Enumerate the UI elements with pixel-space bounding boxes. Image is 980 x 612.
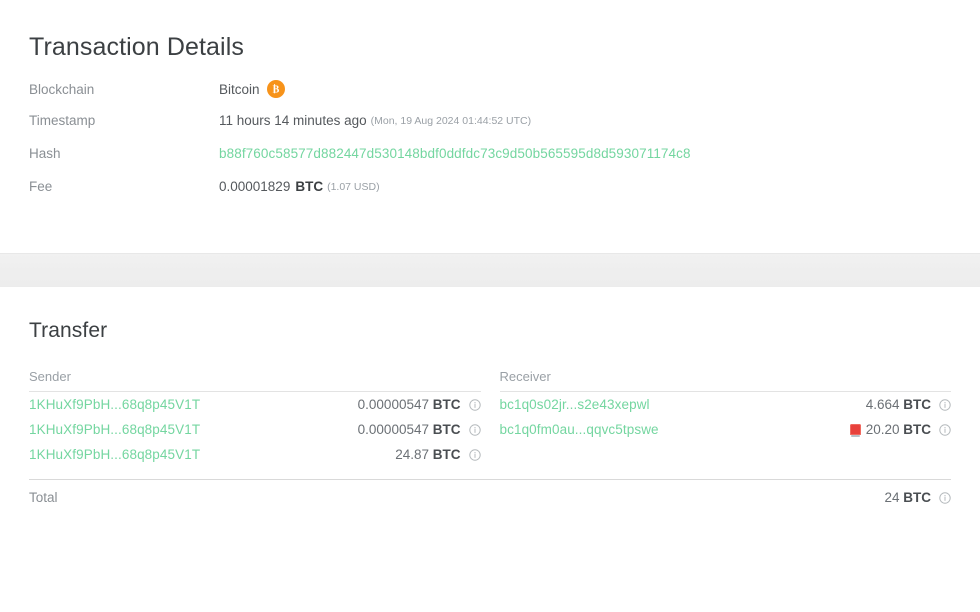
- detail-label-hash: Hash: [29, 146, 61, 161]
- receiver-row: bc1q0s02jr...s2e43xepwl 4.664 BTC: [500, 392, 952, 417]
- sender-amount-value: 0.00000547: [357, 422, 429, 437]
- detail-label-blockchain: Blockchain: [29, 81, 95, 97]
- total-row: Total 24 BTC: [29, 480, 951, 515]
- transaction-details-section: Transaction Details Blockchain Bitcoin B…: [0, 0, 980, 212]
- alarm-siren-icon: [849, 424, 861, 437]
- info-circle-icon[interactable]: [468, 398, 481, 411]
- sender-amount: 0.00000547 BTC: [358, 397, 461, 412]
- svg-text:B: B: [272, 85, 279, 95]
- receiver-amount-unit: BTC: [903, 397, 931, 412]
- detail-value-fee: 0.00001829 BTC (1.07 USD): [219, 179, 380, 194]
- info-circle-icon[interactable]: [939, 491, 951, 504]
- receiver-column: Receiver bc1q0s02jr...s2e43xepwl 4.664 B…: [499, 369, 952, 467]
- sender-amount-unit: BTC: [432, 397, 461, 412]
- sender-column-header: Sender: [29, 369, 481, 392]
- page-title: Transaction Details: [29, 33, 244, 61]
- info-circle-icon[interactable]: [468, 423, 481, 436]
- sender-amount-value: 0.00000547: [357, 397, 429, 412]
- sender-row: 1KHuXf9PbH...68q8p45V1T 0.00000547 BTC: [29, 417, 481, 442]
- receiver-amount-unit: BTC: [903, 422, 931, 437]
- info-circle-icon[interactable]: [939, 423, 951, 436]
- total-amount: 24 BTC: [884, 490, 931, 505]
- detail-label-timestamp: Timestamp: [29, 113, 96, 128]
- total-amount-unit: BTC: [903, 490, 931, 505]
- fee-amount: 0.00001829: [219, 179, 291, 194]
- receiver-row: bc1q0fm0au...qqvc5tpswe 20.20 BTC: [500, 417, 952, 442]
- sender-amount: 24.87 BTC: [395, 447, 460, 462]
- fee-usd: (1.07 USD): [327, 180, 380, 193]
- total-label: Total: [29, 490, 58, 505]
- receiver-column-header: Receiver: [499, 369, 951, 392]
- fee-unit: BTC: [295, 179, 324, 194]
- detail-row-timestamp: Timestamp 11 hours 14 minutes ago (Mon, …: [29, 113, 951, 146]
- detail-row-hash: Hash b88f760c58577d882447d530148bdf0ddfd…: [29, 146, 951, 179]
- blockchain-name: Bitcoin: [219, 81, 260, 97]
- total-separator: Total 24 BTC: [29, 479, 951, 515]
- sender-amount-unit: BTC: [432, 422, 461, 437]
- detail-row-fee: Fee 0.00001829 BTC (1.07 USD): [29, 179, 951, 212]
- transfer-columns: Sender 1KHuXf9PbH...68q8p45V1T 0.0000054…: [29, 369, 951, 467]
- detail-value-hash: b88f760c58577d882447d530148bdf0ddfdc73c9…: [219, 146, 691, 161]
- bitcoin-logo-icon: B: [266, 80, 285, 98]
- receiver-address-link[interactable]: bc1q0s02jr...s2e43xepwl: [500, 397, 650, 412]
- transfer-section: Transfer Sender 1KHuXf9PbH...68q8p45V1T …: [0, 287, 980, 515]
- receiver-amount: 20.20 BTC: [866, 422, 931, 437]
- sender-address-link[interactable]: 1KHuXf9PbH...68q8p45V1T: [29, 422, 200, 437]
- receiver-amount-value: 4.664: [865, 397, 900, 412]
- sender-amount-value: 24.87: [395, 447, 429, 462]
- section-divider-band: [0, 253, 980, 287]
- detail-label-fee: Fee: [29, 179, 53, 194]
- sender-amount: 0.00000547 BTC: [358, 422, 461, 437]
- transfer-title: Transfer: [29, 319, 108, 342]
- detail-value-blockchain: Bitcoin B: [219, 80, 285, 98]
- sender-amount-unit: BTC: [432, 447, 461, 462]
- receiver-address-link[interactable]: bc1q0fm0au...qqvc5tpswe: [500, 422, 659, 437]
- timestamp-relative: 11 hours 14 minutes ago: [219, 113, 367, 128]
- sender-address-link[interactable]: 1KHuXf9PbH...68q8p45V1T: [29, 447, 200, 462]
- detail-row-blockchain: Blockchain Bitcoin B: [29, 80, 951, 113]
- sender-row: 1KHuXf9PbH...68q8p45V1T 24.87 BTC: [29, 442, 481, 467]
- sender-address-link[interactable]: 1KHuXf9PbH...68q8p45V1T: [29, 397, 200, 412]
- receiver-amount-value: 20.20: [865, 422, 900, 437]
- detail-value-timestamp: 11 hours 14 minutes ago (Mon, 19 Aug 202…: [219, 113, 531, 128]
- sender-column: Sender 1KHuXf9PbH...68q8p45V1T 0.0000054…: [29, 369, 481, 467]
- info-circle-icon[interactable]: [939, 398, 951, 411]
- receiver-amount: 4.664 BTC: [866, 397, 931, 412]
- timestamp-absolute: (Mon, 19 Aug 2024 01:44:52 UTC): [370, 114, 532, 127]
- sender-row: 1KHuXf9PbH...68q8p45V1T 0.00000547 BTC: [29, 392, 481, 417]
- info-circle-icon[interactable]: [468, 448, 481, 461]
- total-amount-value: 24: [884, 490, 900, 505]
- transaction-details-table: Blockchain Bitcoin B Timestamp 11 hours …: [29, 80, 951, 212]
- transaction-hash-link[interactable]: b88f760c58577d882447d530148bdf0ddfdc73c9…: [219, 146, 691, 161]
